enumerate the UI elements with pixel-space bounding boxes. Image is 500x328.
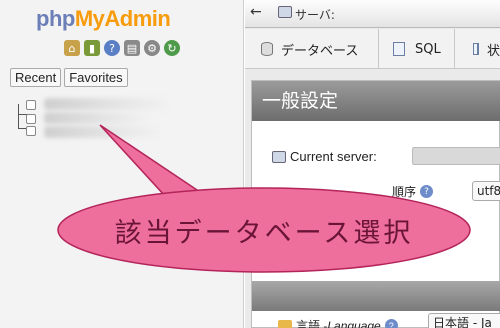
server-icon <box>272 150 286 163</box>
language-label-en: Language <box>327 318 381 328</box>
callout-text: 該当データベース選択 <box>114 217 414 249</box>
tab-sql[interactable]: SQL <box>379 29 455 69</box>
language-label: 言語 - <box>296 319 328 328</box>
collation-select[interactable]: utf8 <box>472 181 500 201</box>
logo-php-text: php <box>36 6 75 31</box>
breadcrumb-bar: ← サーバ: <box>245 0 500 28</box>
home-icon[interactable]: ⌂ <box>64 40 80 56</box>
section-title: 一般設定 <box>252 81 500 121</box>
sql-icon <box>393 42 405 56</box>
tab-label: SQL <box>415 41 441 57</box>
tab-databases[interactable]: データベース <box>245 29 379 69</box>
tab-label: データベース <box>281 43 359 59</box>
language-select[interactable]: 日本語 - Ja <box>428 313 500 328</box>
recent-button[interactable]: Recent <box>10 68 62 87</box>
help-icon[interactable]: ? <box>104 40 120 56</box>
recent-favorites-bar: Recent Favorites <box>10 68 128 87</box>
collation-label: 順序 <box>392 185 417 199</box>
main-panel: ← サーバ: データベース SQL 状 一般設定 Current server:… <box>245 0 500 328</box>
logo-myadmin-text: MyAdmin <box>74 6 171 31</box>
collapse-arrow-icon[interactable]: ← <box>250 4 262 20</box>
docs-icon[interactable]: ▤ <box>124 40 140 56</box>
database-node-icon[interactable] <box>26 114 36 124</box>
language-icon <box>278 319 292 328</box>
collation-row: 順序 ? <box>392 183 437 200</box>
help-icon[interactable]: ? <box>420 185 434 198</box>
tab-label: 状 <box>486 43 500 59</box>
main-tabs: データベース SQL 状 <box>245 29 500 69</box>
server-icon <box>278 6 292 18</box>
reload-icon[interactable]: ↻ <box>164 40 180 56</box>
tab-status[interactable]: 状 <box>455 29 500 69</box>
settings-icon[interactable]: ⚙ <box>144 40 160 56</box>
help-icon[interactable]: ? <box>384 319 398 328</box>
blurred-database-name[interactable] <box>44 112 154 124</box>
exit-icon[interactable]: ▮ <box>84 40 100 56</box>
tree-connector <box>18 104 19 128</box>
blurred-database-name[interactable] <box>44 98 174 110</box>
database-tree <box>14 96 234 146</box>
current-server-select[interactable] <box>412 147 500 165</box>
database-icon <box>261 42 273 56</box>
section-title-bar <box>252 281 500 311</box>
navigation-panel: phpMyAdmin ⌂ ▮ ? ▤ ⚙ ↻ Recent Favorites <box>0 0 244 328</box>
database-node-icon[interactable] <box>26 100 36 110</box>
phpmyadmin-logo[interactable]: phpMyAdmin <box>36 6 171 32</box>
favorites-button[interactable]: Favorites <box>64 68 128 87</box>
navigation-icon-bar: ⌂ ▮ ? ▤ ⚙ ↻ <box>64 40 180 56</box>
breadcrumb-server[interactable]: サーバ: <box>295 6 335 23</box>
current-server-row: Current server: <box>272 149 377 164</box>
blurred-database-name[interactable] <box>44 126 164 138</box>
current-server-label: Current server: <box>290 149 377 164</box>
language-row: 言語 - Language ? <box>278 317 402 328</box>
database-node-icon[interactable] <box>26 126 36 136</box>
status-icon <box>473 43 479 55</box>
